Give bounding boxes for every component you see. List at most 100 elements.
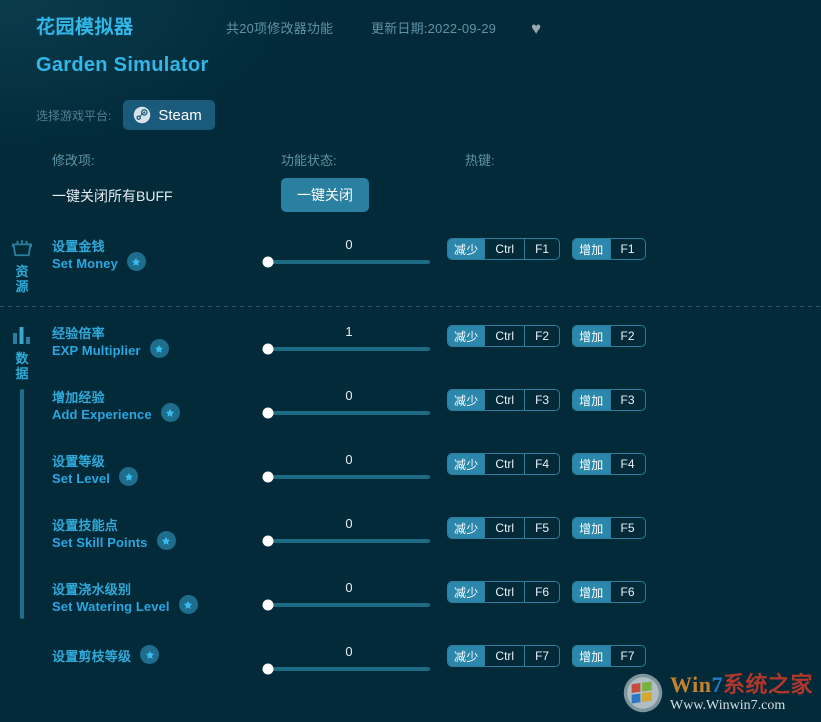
favorite-star-icon[interactable] bbox=[179, 595, 198, 614]
trainer-window: 花园模拟器 共20项修改器功能 更新日期:2022-09-29 ♥ Garden… bbox=[0, 0, 821, 722]
hotkey-key[interactable]: F5 bbox=[524, 518, 559, 538]
row-label-stack: 设置金钱Set Money bbox=[52, 238, 118, 272]
slider-track[interactable] bbox=[268, 411, 430, 415]
hotkey-increase[interactable]: 增加F5 bbox=[572, 517, 645, 539]
hotkey-increase[interactable]: 增加F4 bbox=[572, 453, 645, 475]
hotkey-key[interactable]: F6 bbox=[524, 582, 559, 602]
trainer-row: 设置等级Set Level0减少CtrlF4增加F4 bbox=[0, 445, 821, 509]
slider-track[interactable] bbox=[268, 260, 430, 264]
hotkey-decrease[interactable]: 减少CtrlF4 bbox=[447, 453, 560, 475]
hotkey-key[interactable]: F5 bbox=[610, 518, 645, 538]
hotkey-key[interactable]: Ctrl bbox=[484, 518, 524, 538]
row-label-stack: 经验倍率EXP Multiplier bbox=[52, 325, 141, 359]
hotkey-increase-label: 增加 bbox=[573, 646, 609, 666]
hotkeys: 减少CtrlF7增加F7 bbox=[447, 645, 646, 667]
hotkey-key[interactable]: F6 bbox=[610, 582, 645, 602]
value-slider[interactable]: 0 bbox=[268, 236, 430, 264]
hotkey-key[interactable]: F4 bbox=[524, 454, 559, 474]
favorite-star-icon[interactable] bbox=[127, 252, 146, 271]
hotkey-key[interactable]: F3 bbox=[524, 390, 559, 410]
hotkey-decrease[interactable]: 减少CtrlF6 bbox=[447, 581, 560, 603]
header: 花园模拟器 共20项修改器功能 更新日期:2022-09-29 ♥ Garden… bbox=[0, 0, 821, 86]
value-slider[interactable]: 0 bbox=[268, 643, 430, 671]
row-label-cn: 经验倍率 bbox=[52, 325, 141, 342]
platform-label: 选择游戏平台: bbox=[36, 107, 111, 124]
hotkey-key[interactable]: Ctrl bbox=[484, 582, 524, 602]
update-date: 更新日期:2022-09-29 bbox=[371, 18, 531, 37]
slider-track[interactable] bbox=[268, 539, 430, 543]
hotkey-key[interactable]: F2 bbox=[524, 326, 559, 346]
column-headers: 修改项: 功能状态: 热键: bbox=[0, 150, 821, 174]
row-label-stack: 设置浇水级别Set Watering Level bbox=[52, 581, 170, 615]
value-slider[interactable]: 0 bbox=[268, 451, 430, 479]
one-key-disable-button[interactable]: 一键关闭 bbox=[281, 178, 369, 212]
hotkey-decrease-label: 减少 bbox=[448, 646, 484, 666]
title-row: 花园模拟器 共20项修改器功能 更新日期:2022-09-29 ♥ bbox=[36, 12, 821, 42]
favorite-star-icon[interactable] bbox=[140, 645, 159, 664]
row-label-cn: 设置技能点 bbox=[52, 517, 148, 534]
hotkey-decrease-label: 减少 bbox=[448, 239, 484, 259]
hotkey-decrease[interactable]: 减少CtrlF2 bbox=[447, 325, 560, 347]
row-names: 设置剪枝等级 bbox=[52, 645, 159, 665]
hotkey-decrease-label: 减少 bbox=[448, 582, 484, 602]
group-rows: 经验倍率EXP Multiplier1减少CtrlF2增加F2增加经验Add E… bbox=[0, 317, 821, 701]
hotkey-increase[interactable]: 增加F6 bbox=[572, 581, 645, 603]
hotkey-decrease[interactable]: 减少CtrlF5 bbox=[447, 517, 560, 539]
value-slider[interactable]: 0 bbox=[268, 515, 430, 543]
hotkey-decrease[interactable]: 减少CtrlF1 bbox=[447, 238, 560, 260]
value-slider[interactable]: 0 bbox=[268, 579, 430, 607]
hotkey-increase-label: 增加 bbox=[573, 518, 609, 538]
hotkeys: 减少CtrlF5增加F5 bbox=[447, 517, 646, 539]
value-slider[interactable]: 0 bbox=[268, 387, 430, 415]
favorite-star-icon[interactable] bbox=[150, 339, 169, 358]
row-label-en: EXP Multiplier bbox=[52, 342, 141, 359]
group-资源: 资源设置金钱Set Money0减少CtrlF1增加F1 bbox=[0, 230, 821, 294]
hotkey-decrease-label: 减少 bbox=[448, 390, 484, 410]
slider-track[interactable] bbox=[268, 475, 430, 479]
value-slider[interactable]: 1 bbox=[268, 323, 430, 351]
hotkey-key[interactable]: F3 bbox=[610, 390, 645, 410]
steam-platform-button[interactable]: Steam bbox=[123, 100, 214, 130]
hotkey-increase[interactable]: 增加F7 bbox=[572, 645, 645, 667]
hotkey-key[interactable]: Ctrl bbox=[484, 390, 524, 410]
slider-thumb[interactable] bbox=[263, 257, 274, 268]
hotkey-key[interactable]: F1 bbox=[610, 239, 645, 259]
hotkey-key[interactable]: Ctrl bbox=[484, 326, 524, 346]
hotkey-decrease[interactable]: 减少CtrlF3 bbox=[447, 389, 560, 411]
hotkey-key[interactable]: F4 bbox=[610, 454, 645, 474]
hotkey-key[interactable]: F2 bbox=[610, 326, 645, 346]
hotkeys: 减少CtrlF1增加F1 bbox=[447, 238, 646, 260]
hotkey-key[interactable]: Ctrl bbox=[484, 239, 524, 259]
hotkey-decrease[interactable]: 减少CtrlF7 bbox=[447, 645, 560, 667]
hotkey-increase[interactable]: 增加F3 bbox=[572, 389, 645, 411]
slider-thumb[interactable] bbox=[263, 344, 274, 355]
favorite-star-icon[interactable] bbox=[119, 467, 138, 486]
slider-thumb[interactable] bbox=[263, 664, 274, 675]
hotkey-increase[interactable]: 增加F2 bbox=[572, 325, 645, 347]
row-names: 设置浇水级别Set Watering Level bbox=[52, 581, 198, 615]
slider-track[interactable] bbox=[268, 347, 430, 351]
slider-track[interactable] bbox=[268, 667, 430, 671]
hotkey-key[interactable]: F1 bbox=[524, 239, 559, 259]
hotkeys: 减少CtrlF4 增加F4 bbox=[447, 453, 646, 475]
slider-thumb[interactable] bbox=[263, 472, 274, 483]
heart-icon[interactable]: ♥ bbox=[531, 20, 541, 37]
slider-thumb[interactable] bbox=[263, 600, 274, 611]
favorite-star-icon[interactable] bbox=[157, 531, 176, 550]
slider-value: 0 bbox=[268, 643, 430, 661]
slider-track[interactable] bbox=[268, 603, 430, 607]
hotkey-key[interactable]: Ctrl bbox=[484, 454, 524, 474]
hotkey-key[interactable]: F7 bbox=[524, 646, 559, 666]
favorite-star-icon[interactable] bbox=[161, 403, 180, 422]
row-names: 设置金钱Set Money bbox=[52, 238, 146, 272]
slider-thumb[interactable] bbox=[263, 536, 274, 547]
group-divider bbox=[0, 306, 821, 307]
hotkey-key[interactable]: F7 bbox=[610, 646, 645, 666]
hotkeys: 减少CtrlF2 增加F2 bbox=[447, 325, 646, 347]
hotkey-key[interactable]: Ctrl bbox=[484, 646, 524, 666]
hotkey-increase[interactable]: 增加F1 bbox=[572, 238, 645, 260]
row-label-cn: 增加经验 bbox=[52, 389, 152, 406]
slider-thumb[interactable] bbox=[263, 408, 274, 419]
row-names: 增加经验Add Experience bbox=[52, 389, 180, 423]
steam-icon bbox=[133, 106, 151, 124]
